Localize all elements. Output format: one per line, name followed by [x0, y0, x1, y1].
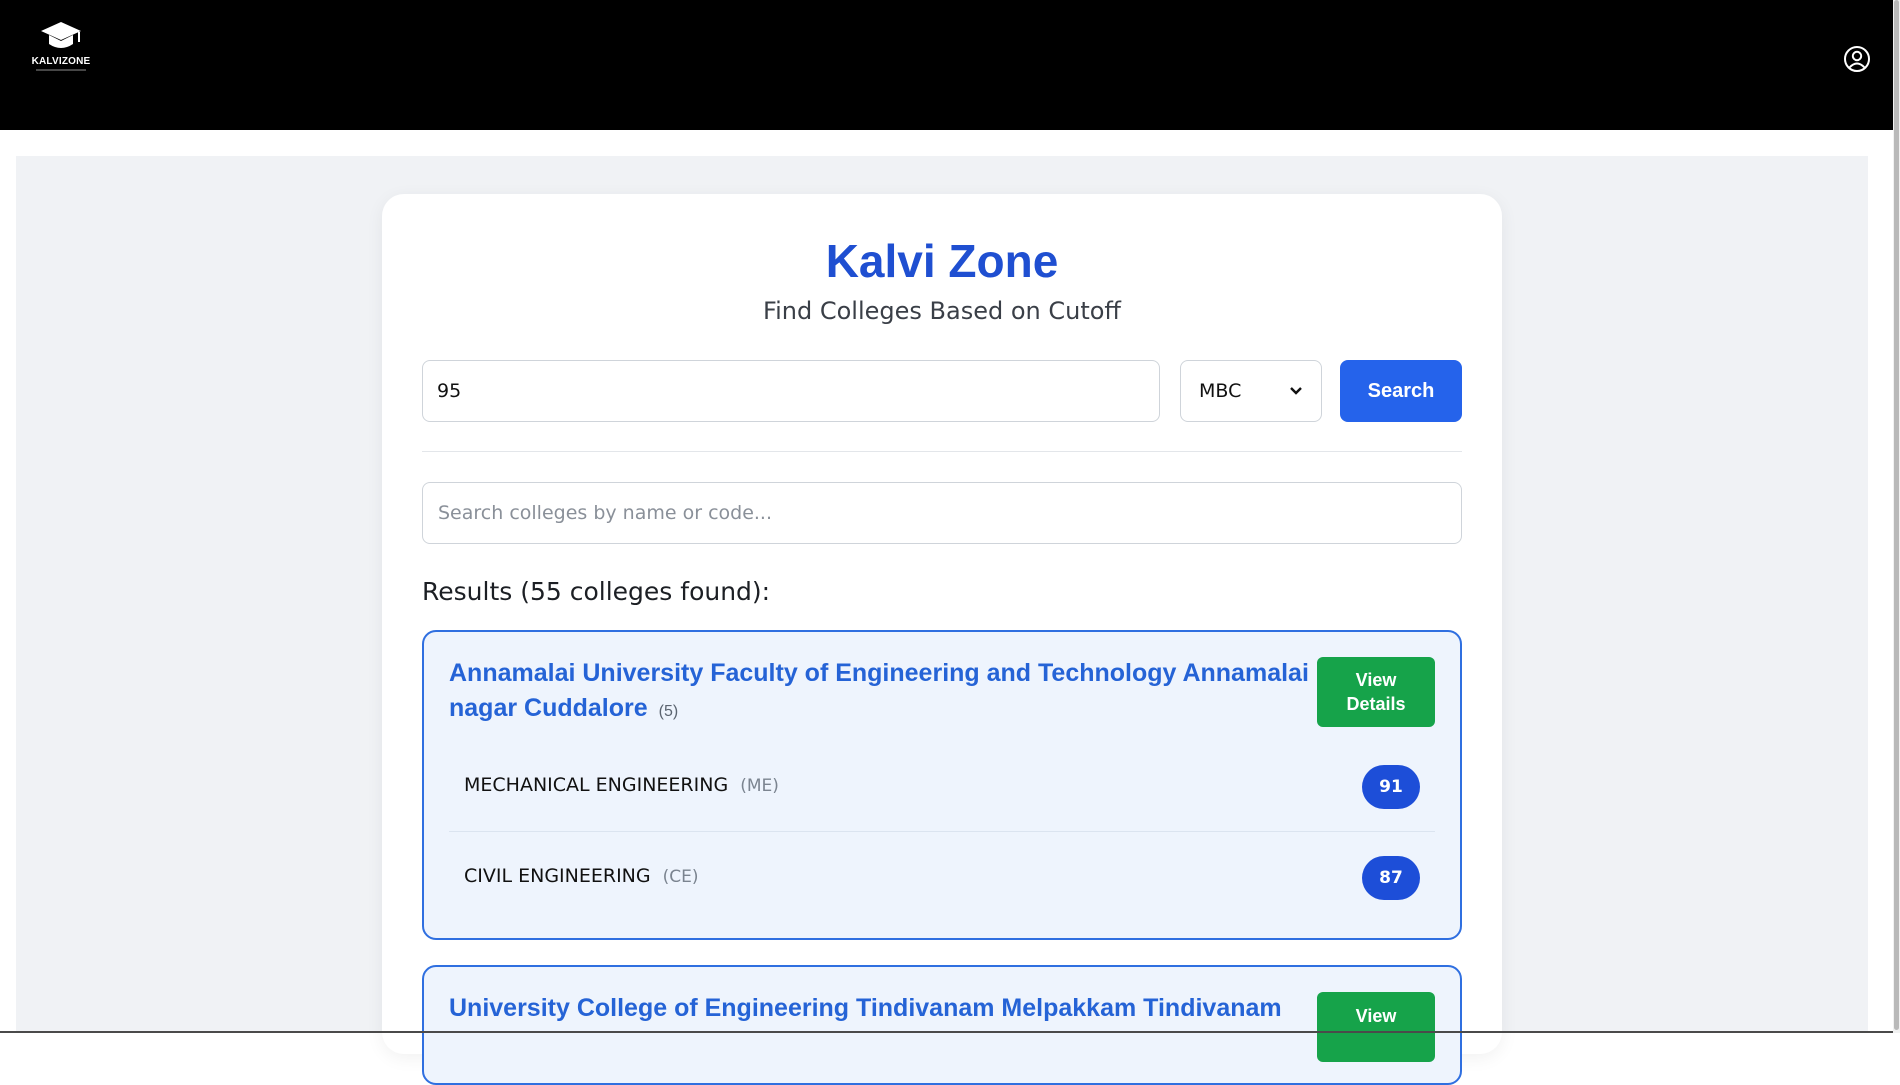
category-selected-value: MBC — [1199, 380, 1242, 402]
search-button[interactable]: Search — [1340, 360, 1462, 422]
results-heading: Results (55 colleges found): — [422, 577, 771, 606]
category-select[interactable]: MBC — [1180, 360, 1322, 422]
chevron-down-icon — [1290, 387, 1302, 395]
college-name[interactable]: Annamalai University Faculty of Engineer… — [449, 656, 1309, 729]
college-search-input[interactable] — [422, 482, 1462, 544]
college-name-text: Annamalai University Faculty of Engineer… — [449, 659, 1309, 722]
logo-text: KALVIZONE — [31, 56, 91, 67]
page-subtitle: Find Colleges Based on Cutoff — [763, 297, 1121, 325]
details-label: Details — [1346, 694, 1406, 714]
cutoff-input[interactable] — [422, 360, 1160, 422]
scrollbar-thumb[interactable] — [1894, 0, 1899, 1030]
cutoff-badge: 87 — [1362, 856, 1420, 900]
page-title: Kalvi Zone — [825, 235, 1059, 287]
search-card: Kalvi Zone Find Colleges Based on Cutoff… — [382, 194, 1502, 1085]
user-account-button[interactable] — [1843, 45, 1871, 73]
course-row: MECHANICAL ENGINEERING (ME) 91 — [449, 742, 1435, 832]
view-label: View — [1355, 670, 1397, 690]
cutoff-badge: 91 — [1362, 765, 1420, 809]
course-name-text: MECHANICAL ENGINEERING — [464, 774, 729, 796]
graduation-cap-icon — [41, 22, 81, 48]
college-card: Annamalai University Faculty of Engineer… — [422, 630, 1462, 940]
user-circle-icon — [1844, 46, 1870, 72]
kalvizone-logo[interactable]: KALVIZONE — [30, 20, 92, 82]
college-card: University College of Engineering Tindiv… — [422, 965, 1462, 1085]
college-code: (5) — [658, 703, 679, 720]
top-navbar: KALVIZONE — [0, 0, 1893, 130]
view-details-button[interactable]: View Details — [1317, 657, 1435, 727]
course-code: (ME) — [740, 776, 779, 796]
course-name-text: CIVIL ENGINEERING — [464, 865, 651, 887]
course-code: (CE) — [662, 867, 699, 887]
course-row: CIVIL ENGINEERING (CE) 87 — [449, 833, 1435, 923]
view-label: View — [1355, 1006, 1397, 1026]
college-name[interactable]: University College of Engineering Tindiv… — [449, 991, 1309, 1026]
logo-underline — [36, 69, 86, 71]
view-details-button[interactable]: View — [1317, 992, 1435, 1062]
course-name: CIVIL ENGINEERING (CE) — [464, 865, 699, 887]
college-name-text: University College of Engineering Tindiv… — [449, 994, 1282, 1022]
divider — [422, 451, 1462, 452]
course-name: MECHANICAL ENGINEERING (ME) — [464, 774, 779, 796]
